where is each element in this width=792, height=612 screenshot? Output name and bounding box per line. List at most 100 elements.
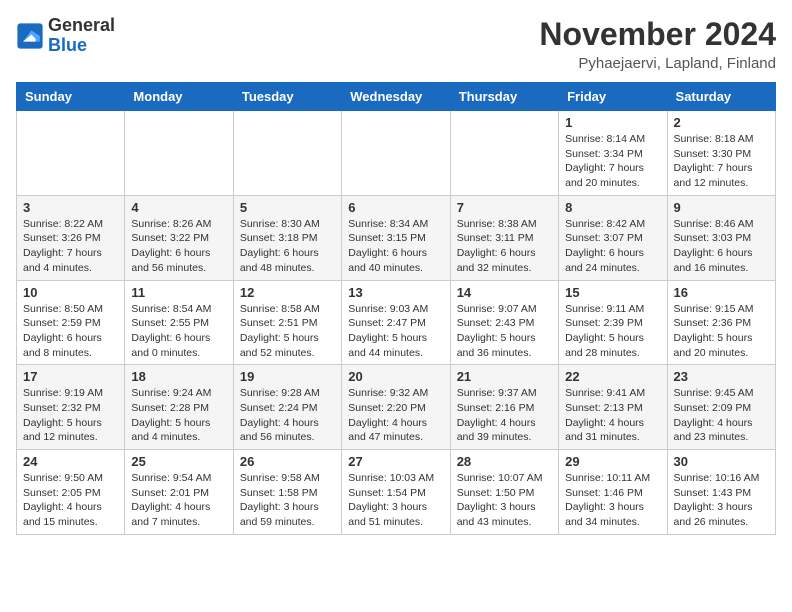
day-number: 25 xyxy=(131,454,226,469)
day-info: Sunrise: 8:18 AM Sunset: 3:30 PM Dayligh… xyxy=(674,132,769,191)
day-info: Sunrise: 9:54 AM Sunset: 2:01 PM Dayligh… xyxy=(131,471,226,530)
day-number: 1 xyxy=(565,115,660,130)
week-row-3: 17 Sunrise: 9:19 AM Sunset: 2:32 PM Dayli… xyxy=(17,365,776,450)
day-info: Sunrise: 10:16 AM Sunset: 1:43 PM Daylig… xyxy=(674,471,769,530)
week-row-4: 24 Sunrise: 9:50 AM Sunset: 2:05 PM Dayli… xyxy=(17,450,776,535)
day-number: 23 xyxy=(674,369,769,384)
day-info: Sunrise: 8:50 AM Sunset: 2:59 PM Dayligh… xyxy=(23,302,118,361)
day-info: Sunrise: 9:19 AM Sunset: 2:32 PM Dayligh… xyxy=(23,386,118,445)
logo-general: General xyxy=(48,15,115,35)
weekday-header-wednesday: Wednesday xyxy=(342,83,450,111)
day-number: 14 xyxy=(457,285,552,300)
calendar-cell: 11Sunrise: 8:54 AM Sunset: 2:55 PM Dayli… xyxy=(125,280,233,365)
calendar-cell: 1 Sunrise: 8:14 AM Sunset: 3:34 PM Daylig… xyxy=(559,111,667,196)
day-number: 15 xyxy=(565,285,660,300)
day-info: Sunrise: 9:15 AM Sunset: 2:36 PM Dayligh… xyxy=(674,302,769,361)
day-info: Sunrise: 9:28 AM Sunset: 2:24 PM Dayligh… xyxy=(240,386,335,445)
day-number: 4 xyxy=(131,200,226,215)
calendar-cell: 17 Sunrise: 9:19 AM Sunset: 2:32 PM Dayli… xyxy=(17,365,125,450)
day-info: Sunrise: 9:50 AM Sunset: 2:05 PM Dayligh… xyxy=(23,471,118,530)
day-info: Sunrise: 8:38 AM Sunset: 3:11 PM Dayligh… xyxy=(457,217,552,276)
day-number: 10 xyxy=(23,285,118,300)
calendar-cell xyxy=(125,111,233,196)
title-area: November 2024 Pyhaejaervi, Lapland, Finl… xyxy=(539,16,776,72)
calendar-cell: 27 Sunrise: 10:03 AM Sunset: 1:54 PM Dayl… xyxy=(342,450,450,535)
calendar-cell: 28 Sunrise: 10:07 AM Sunset: 1:50 PM Dayl… xyxy=(450,450,558,535)
day-number: 24 xyxy=(23,454,118,469)
day-info: Sunrise: 8:46 AM Sunset: 3:03 PM Dayligh… xyxy=(674,217,769,276)
calendar-cell: 3 Sunrise: 8:22 AM Sunset: 3:26 PM Daylig… xyxy=(17,195,125,280)
day-info: Sunrise: 10:03 AM Sunset: 1:54 PM Daylig… xyxy=(348,471,443,530)
weekday-header-monday: Monday xyxy=(125,83,233,111)
day-number: 27 xyxy=(348,454,443,469)
day-info: Sunrise: 8:34 AM Sunset: 3:15 PM Dayligh… xyxy=(348,217,443,276)
day-number: 3 xyxy=(23,200,118,215)
day-number: 2 xyxy=(674,115,769,130)
location-title: Pyhaejaervi, Lapland, Finland xyxy=(539,55,776,72)
day-number: 16 xyxy=(674,285,769,300)
calendar-cell: 12 Sunrise: 8:58 AM Sunset: 2:51 PM Dayli… xyxy=(233,280,341,365)
day-info: Sunrise: 8:14 AM Sunset: 3:34 PM Dayligh… xyxy=(565,132,660,191)
weekday-header-tuesday: Tuesday xyxy=(233,83,341,111)
calendar-cell: 14Sunrise: 9:07 AM Sunset: 2:43 PM Dayli… xyxy=(450,280,558,365)
week-row-1: 3 Sunrise: 8:22 AM Sunset: 3:26 PM Daylig… xyxy=(17,195,776,280)
day-info: Sunrise: 9:32 AM Sunset: 2:20 PM Dayligh… xyxy=(348,386,443,445)
calendar-cell: 10 Sunrise: 8:50 AM Sunset: 2:59 PM Dayli… xyxy=(17,280,125,365)
day-number: 5 xyxy=(240,200,335,215)
day-number: 30 xyxy=(674,454,769,469)
day-number: 20 xyxy=(348,369,443,384)
calendar-cell: 26 Sunrise: 9:58 AM Sunset: 1:58 PM Dayli… xyxy=(233,450,341,535)
calendar-cell: 9 Sunrise: 8:46 AM Sunset: 3:03 PM Daylig… xyxy=(667,195,775,280)
day-info: Sunrise: 8:54 AM Sunset: 2:55 PM Dayligh… xyxy=(131,302,226,361)
calendar-cell: 4 Sunrise: 8:26 AM Sunset: 3:22 PM Daylig… xyxy=(125,195,233,280)
page-header: General Blue November 2024 Pyhaejaervi, … xyxy=(16,16,776,72)
day-number: 9 xyxy=(674,200,769,215)
logo: General Blue xyxy=(16,16,115,56)
calendar-cell: 5 Sunrise: 8:30 AM Sunset: 3:18 PM Daylig… xyxy=(233,195,341,280)
calendar-cell: 30 Sunrise: 10:16 AM Sunset: 1:43 PM Dayl… xyxy=(667,450,775,535)
calendar-cell: 21 Sunrise: 9:37 AM Sunset: 2:16 PM Dayli… xyxy=(450,365,558,450)
calendar-cell: 29Sunrise: 10:11 AM Sunset: 1:46 PM Dayl… xyxy=(559,450,667,535)
calendar-cell: 19 Sunrise: 9:28 AM Sunset: 2:24 PM Dayli… xyxy=(233,365,341,450)
day-number: 7 xyxy=(457,200,552,215)
day-info: Sunrise: 10:11 AM Sunset: 1:46 PM Daylig… xyxy=(565,471,660,530)
weekday-header-thursday: Thursday xyxy=(450,83,558,111)
day-number: 17 xyxy=(23,369,118,384)
day-info: Sunrise: 10:07 AM Sunset: 1:50 PM Daylig… xyxy=(457,471,552,530)
day-number: 13 xyxy=(348,285,443,300)
day-number: 21 xyxy=(457,369,552,384)
weekday-header-saturday: Saturday xyxy=(667,83,775,111)
week-row-0: 1 Sunrise: 8:14 AM Sunset: 3:34 PM Daylig… xyxy=(17,111,776,196)
calendar-cell: 20 Sunrise: 9:32 AM Sunset: 2:20 PM Dayli… xyxy=(342,365,450,450)
calendar-cell: 18Sunrise: 9:24 AM Sunset: 2:28 PM Dayli… xyxy=(125,365,233,450)
calendar-cell: 8 Sunrise: 8:42 AM Sunset: 3:07 PM Daylig… xyxy=(559,195,667,280)
calendar-cell: 23Sunrise: 9:45 AM Sunset: 2:09 PM Dayli… xyxy=(667,365,775,450)
calendar-cell: 24 Sunrise: 9:50 AM Sunset: 2:05 PM Dayli… xyxy=(17,450,125,535)
calendar-cell: 15 Sunrise: 9:11 AM Sunset: 2:39 PM Dayli… xyxy=(559,280,667,365)
day-info: Sunrise: 8:58 AM Sunset: 2:51 PM Dayligh… xyxy=(240,302,335,361)
day-info: Sunrise: 8:42 AM Sunset: 3:07 PM Dayligh… xyxy=(565,217,660,276)
day-info: Sunrise: 8:26 AM Sunset: 3:22 PM Dayligh… xyxy=(131,217,226,276)
day-info: Sunrise: 9:41 AM Sunset: 2:13 PM Dayligh… xyxy=(565,386,660,445)
day-number: 8 xyxy=(565,200,660,215)
calendar-cell xyxy=(17,111,125,196)
day-info: Sunrise: 8:22 AM Sunset: 3:26 PM Dayligh… xyxy=(23,217,118,276)
day-number: 12 xyxy=(240,285,335,300)
day-info: Sunrise: 9:03 AM Sunset: 2:47 PM Dayligh… xyxy=(348,302,443,361)
day-info: Sunrise: 9:58 AM Sunset: 1:58 PM Dayligh… xyxy=(240,471,335,530)
calendar-cell: 6Sunrise: 8:34 AM Sunset: 3:15 PM Daylig… xyxy=(342,195,450,280)
day-number: 19 xyxy=(240,369,335,384)
day-info: Sunrise: 8:30 AM Sunset: 3:18 PM Dayligh… xyxy=(240,217,335,276)
calendar-cell xyxy=(450,111,558,196)
calendar-cell xyxy=(342,111,450,196)
day-info: Sunrise: 9:37 AM Sunset: 2:16 PM Dayligh… xyxy=(457,386,552,445)
calendar-cell: 16 Sunrise: 9:15 AM Sunset: 2:36 PM Dayli… xyxy=(667,280,775,365)
day-info: Sunrise: 9:11 AM Sunset: 2:39 PM Dayligh… xyxy=(565,302,660,361)
day-number: 28 xyxy=(457,454,552,469)
logo-icon xyxy=(16,22,44,50)
logo-text: General Blue xyxy=(48,16,115,56)
day-number: 26 xyxy=(240,454,335,469)
logo-blue: Blue xyxy=(48,35,87,55)
weekday-header-friday: Friday xyxy=(559,83,667,111)
day-number: 18 xyxy=(131,369,226,384)
